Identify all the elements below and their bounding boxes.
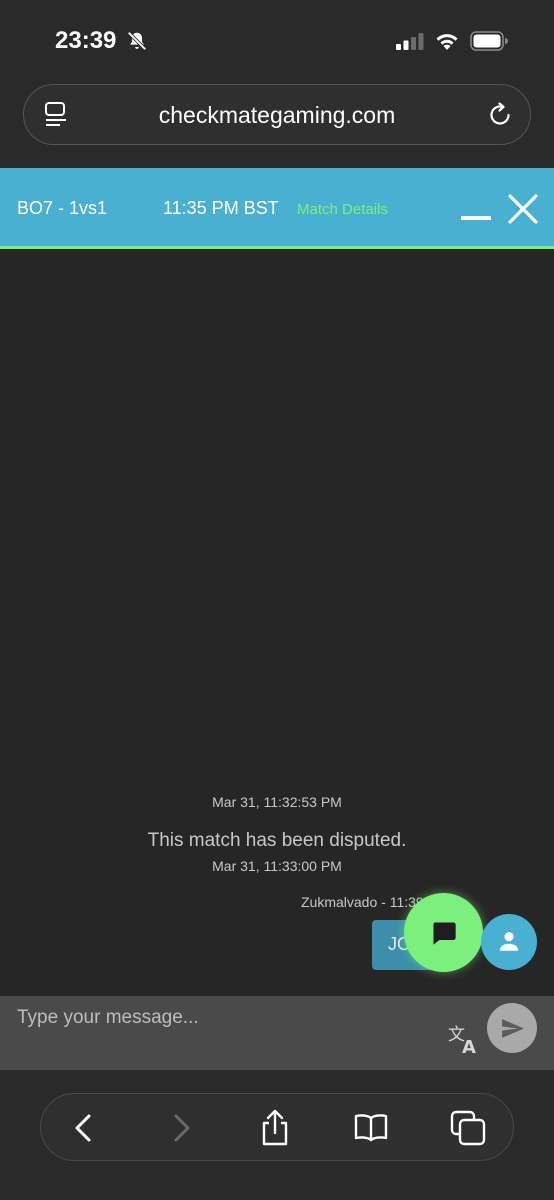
- chat-fab-button[interactable]: [404, 893, 483, 972]
- user-icon: [499, 932, 519, 951]
- bookmarks-icon[interactable]: [351, 1108, 391, 1148]
- url-bar[interactable]: checkmategaming.com: [23, 84, 531, 145]
- match-mode: BO7 - 1vs1: [17, 198, 108, 218]
- chat-bubble-icon: [433, 922, 456, 945]
- forward-icon[interactable]: [161, 1108, 201, 1148]
- reload-icon[interactable]: [487, 102, 513, 128]
- wifi-icon: [436, 34, 458, 50]
- bell-slash-icon: [127, 31, 147, 51]
- url-text[interactable]: checkmategaming.com: [24, 102, 530, 129]
- battery-icon: [470, 31, 508, 51]
- close-icon[interactable]: [507, 193, 539, 225]
- match-time: 11:35 PM BST: [163, 198, 279, 218]
- message-composer: 文 A: [0, 996, 554, 1070]
- send-icon: [502, 1019, 524, 1038]
- cellular-signal-icon: [396, 33, 424, 50]
- message-timestamp: Mar 31, 11:33:00 PM: [212, 858, 342, 874]
- message-list[interactable]: Mar 31, 11:32:53 PM This match has been …: [0, 252, 554, 996]
- svg-text:A: A: [462, 1037, 476, 1055]
- status-bar: 23:39: [0, 0, 554, 84]
- status-time: 23:39: [55, 27, 117, 54]
- user-fab-button[interactable]: [481, 914, 537, 970]
- browser-toolbar: [0, 1070, 554, 1200]
- share-icon[interactable]: [255, 1108, 295, 1148]
- system-message: This match has been disputed.: [147, 830, 407, 851]
- back-icon[interactable]: [64, 1108, 104, 1148]
- match-details-link[interactable]: Match Details: [297, 201, 388, 218]
- chat-header: BO7 - 1vs1 11:35 PM BST Match Details: [0, 168, 554, 249]
- send-button[interactable]: [487, 1003, 537, 1053]
- tabs-icon[interactable]: [448, 1108, 488, 1148]
- browser-header: checkmategaming.com: [0, 84, 554, 168]
- translate-icon[interactable]: 文 A: [447, 1023, 481, 1055]
- minimize-button[interactable]: [461, 192, 491, 222]
- message-timestamp: Mar 31, 11:32:53 PM: [212, 794, 342, 810]
- toolbar-pill: [40, 1093, 514, 1161]
- message-input[interactable]: [0, 996, 440, 1070]
